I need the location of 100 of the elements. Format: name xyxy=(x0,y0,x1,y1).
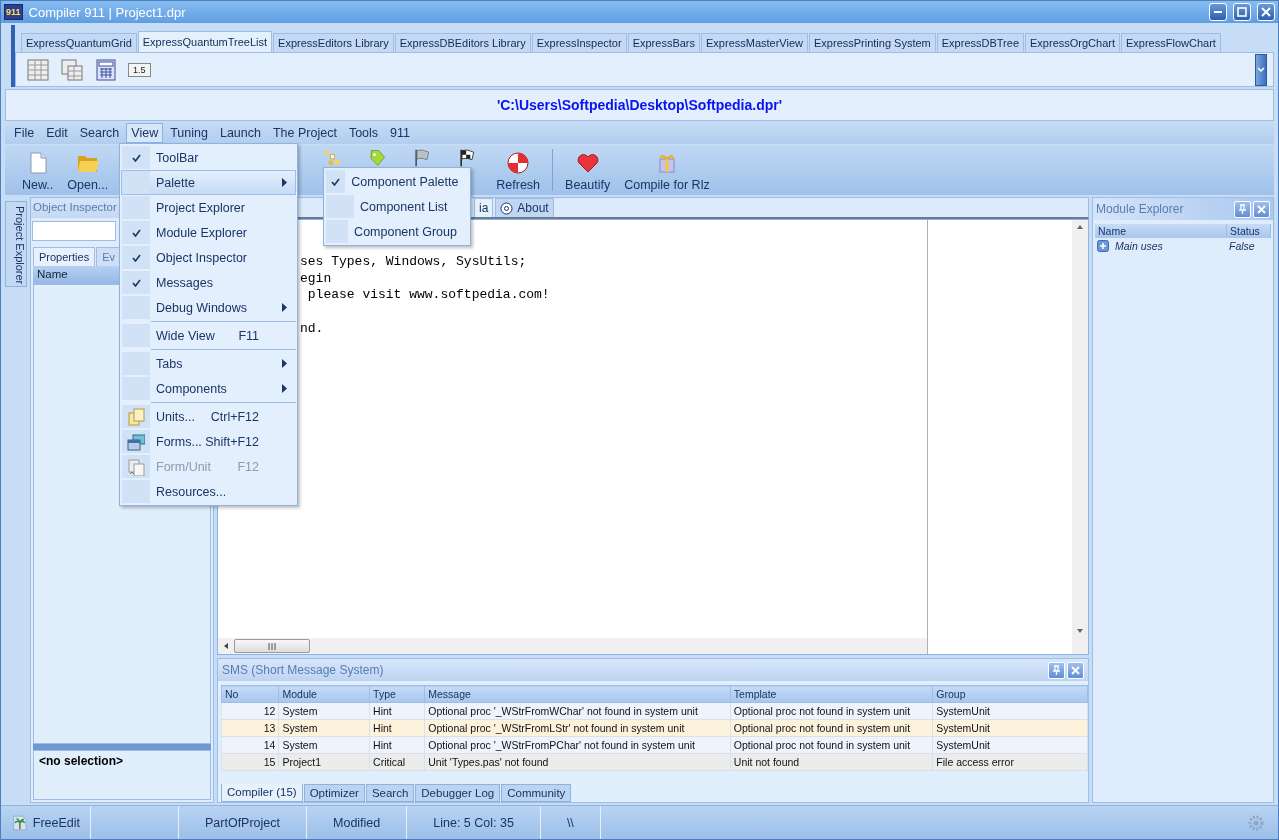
menu-item[interactable]: Tabs xyxy=(121,351,296,376)
menu-item[interactable]: Palette xyxy=(121,170,296,195)
palette-tab[interactable]: ExpressQuantumGrid xyxy=(21,33,137,52)
column-header: No xyxy=(221,685,279,703)
menu-item[interactable]: Components xyxy=(121,376,296,401)
project-path: 'C:\Users\Softpedia\Desktop\Softpedia.dpr' xyxy=(496,97,783,113)
app-logo: 911 xyxy=(4,4,23,20)
pin-button[interactable] xyxy=(1048,661,1065,679)
menu-item[interactable]: Units... Ctrl+F12 xyxy=(121,404,296,429)
table-cell: SystemUnit xyxy=(932,702,1088,720)
toolbar-button[interactable]: Open... xyxy=(60,145,116,195)
expand-icon[interactable] xyxy=(1097,240,1109,252)
table-cell: 13 xyxy=(221,719,279,737)
menu-item[interactable]: ToolBar xyxy=(121,145,296,170)
table-cell: File access error xyxy=(932,753,1088,771)
pin-icon xyxy=(1237,203,1248,215)
palette-tab[interactable]: ExpressEditors Library xyxy=(273,33,394,52)
palette-tab[interactable]: ExpressDBTree xyxy=(936,33,1024,52)
table-cell: Hint xyxy=(369,702,425,720)
editor-tab[interactable]: ia xyxy=(474,198,494,217)
palette-tab[interactable]: ExpressFlowChart xyxy=(1121,33,1221,52)
minimize-button[interactable] xyxy=(1209,3,1227,21)
menu-item[interactable]: Forms... Shift+F12 xyxy=(121,429,296,454)
menu-item[interactable]: Component Palette xyxy=(325,169,469,194)
pin-button[interactable] xyxy=(1234,200,1251,218)
toolbar-button[interactable]: New.. xyxy=(15,145,61,195)
palette-tab[interactable]: ExpressDBEditors Library xyxy=(394,33,531,52)
tab[interactable]: Properties xyxy=(33,247,96,266)
menu-item[interactable]: Search xyxy=(74,123,125,143)
status-panel: \\ xyxy=(540,806,601,839)
panel-title: Module Explorer xyxy=(1096,202,1185,216)
horizontal-scrollbar[interactable] xyxy=(218,638,927,654)
close-icon xyxy=(1260,6,1272,18)
menu-item[interactable]: Component Group xyxy=(325,219,469,244)
table-cell: Optional proc not found in system unit xyxy=(730,719,933,737)
status-panel: FreeEdit xyxy=(11,806,91,839)
tab[interactable]: Community xyxy=(501,784,572,802)
column-header: Template xyxy=(730,685,933,703)
close-button[interactable] xyxy=(1253,200,1270,218)
input-field[interactable] xyxy=(32,221,116,241)
grip-icon xyxy=(267,642,277,650)
maximize-button[interactable] xyxy=(1233,3,1251,21)
toolbar-button[interactable]: Beautify xyxy=(558,145,618,195)
toolbar-button[interactable]: Compile for Rlz xyxy=(617,145,717,195)
palette-tab[interactable]: ExpressQuantumTreeList xyxy=(137,31,273,52)
table-cell: Optional proc not found in system unit xyxy=(730,736,933,754)
menu-item[interactable]: Resources... xyxy=(121,479,296,504)
window-title: Compiler 911 | Project1.dpr xyxy=(28,4,187,20)
table-cell: SystemUnit xyxy=(932,736,1088,754)
table-cell: Optional proc '_WStrFromPChar' not found in system unit xyxy=(424,736,731,754)
at-sign-icon xyxy=(500,201,514,215)
column-header: Type xyxy=(369,685,425,703)
tab[interactable]: Compiler (15) xyxy=(221,784,303,802)
editor-tab[interactable]: About xyxy=(495,198,554,217)
close-button[interactable] xyxy=(1067,661,1084,679)
menu-item[interactable]: File xyxy=(9,123,40,143)
palette-tab[interactable]: ExpressInspector xyxy=(531,33,627,52)
toolbar-button[interactable]: Refresh xyxy=(489,145,548,195)
column-header: Message xyxy=(424,685,731,703)
table-cell: Hint xyxy=(369,719,425,737)
table-cell: Optional proc '_WStrFromWChar' not found in system unit xyxy=(424,702,731,720)
menu-item[interactable]: The Project xyxy=(267,123,342,143)
palette-tab[interactable]: ExpressPrinting System xyxy=(809,33,936,52)
table-cell: 14 xyxy=(221,736,279,754)
column-header: Module xyxy=(278,685,370,703)
menu-item[interactable]: View xyxy=(126,123,164,143)
status-panel: Line: 5 Col: 35 xyxy=(407,806,541,839)
dropdown-button[interactable] xyxy=(1255,53,1267,86)
vertical-scrollbar[interactable] xyxy=(1072,220,1088,654)
heart-icon xyxy=(575,151,600,175)
stacked-grid-icon[interactable] xyxy=(60,57,84,82)
menu-item[interactable]: 911 xyxy=(385,123,415,143)
menu-item[interactable]: Component List xyxy=(325,194,469,219)
tab[interactable]: Debugger Log xyxy=(415,784,501,802)
maximize-icon xyxy=(1236,6,1248,18)
menu-item[interactable]: Debug Windows xyxy=(121,295,296,320)
menu-item[interactable]: Wide View F11 xyxy=(121,323,296,348)
tree-item[interactable]: Main uses xyxy=(1115,240,1223,252)
code-line: egin xyxy=(300,270,333,288)
palette-tab[interactable]: ExpressBars xyxy=(627,33,700,52)
pin-icon xyxy=(1051,664,1062,676)
menu-item[interactable]: Module Explorer xyxy=(121,220,296,245)
menu-item[interactable]: Tuning xyxy=(165,123,213,143)
tab[interactable]: Search xyxy=(365,784,415,802)
spin-edit-icon[interactable]: 1.5 xyxy=(128,62,151,77)
menu-item[interactable]: Tools xyxy=(343,123,384,143)
calculator-icon[interactable] xyxy=(94,57,118,82)
table-cell: Hint xyxy=(369,736,425,754)
grid-component-icon[interactable] xyxy=(26,57,50,82)
side-tab[interactable]: Project Explorer xyxy=(5,201,27,287)
status-panel: PartOfProject xyxy=(179,806,308,839)
close-button[interactable] xyxy=(1257,3,1275,21)
palette-tab[interactable]: ExpressMasterView xyxy=(701,33,808,52)
menu-item[interactable]: Edit xyxy=(41,123,73,143)
scroll-down-icon xyxy=(1076,628,1084,634)
menu-item[interactable]: Launch xyxy=(214,123,266,143)
palette-tab[interactable]: ExpressOrgChart xyxy=(1025,33,1120,52)
windows-icon xyxy=(127,432,145,451)
table-cell: Unit 'Types.pas' not found xyxy=(424,753,731,771)
tab[interactable]: Optimizer xyxy=(303,784,365,802)
